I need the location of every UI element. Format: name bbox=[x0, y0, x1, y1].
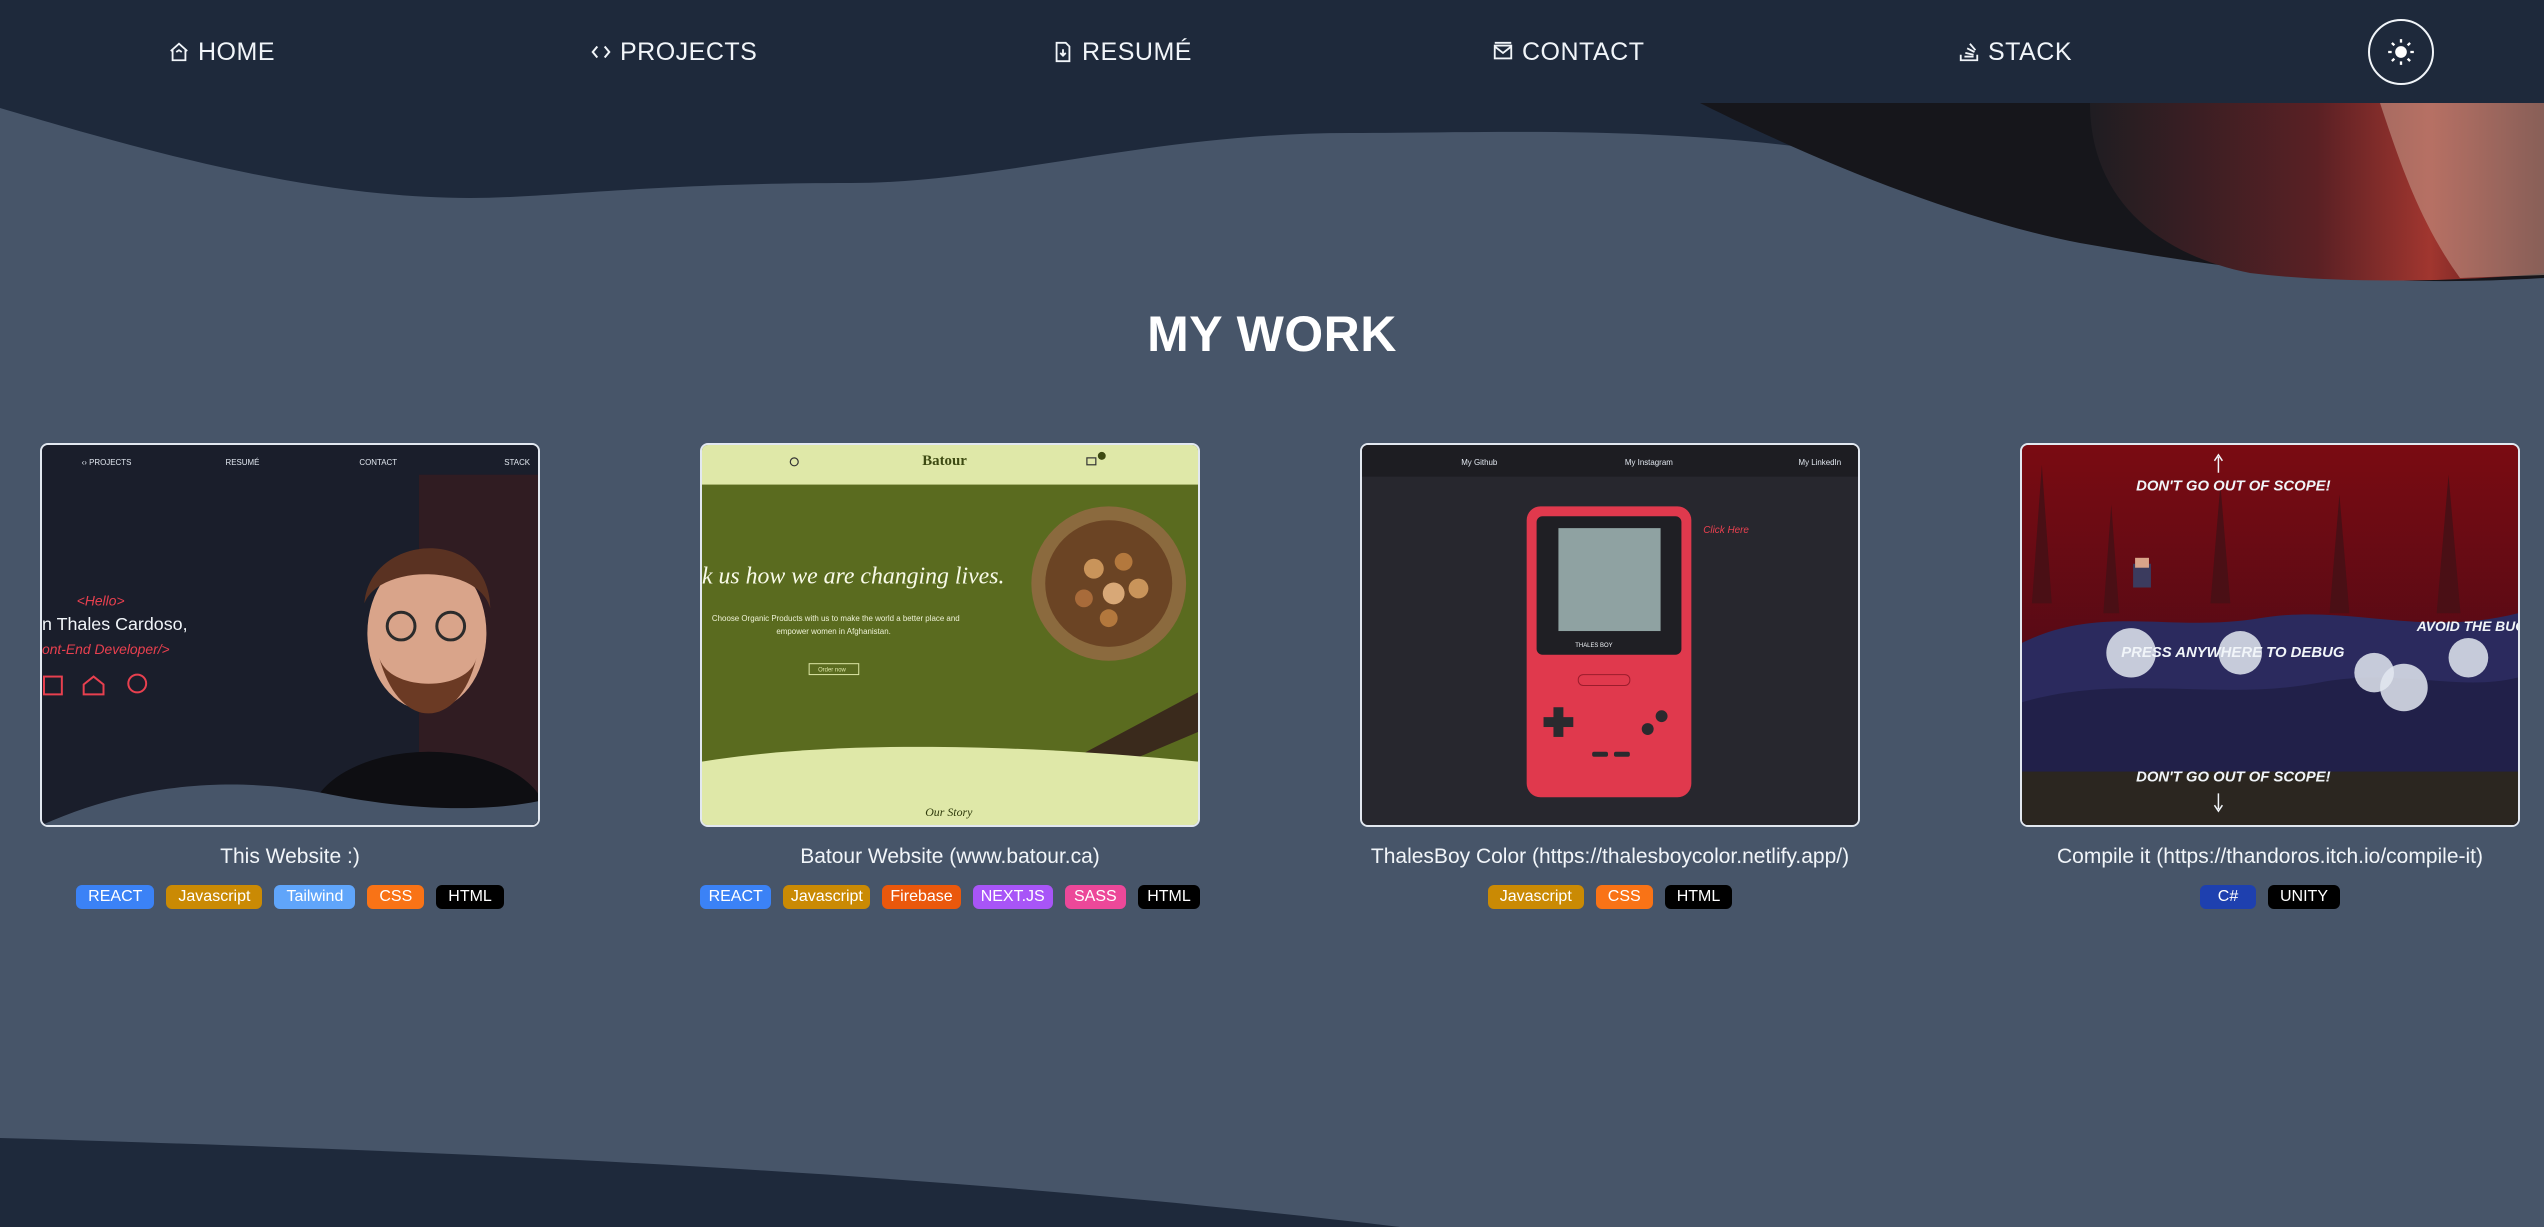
preview-nav-projects: ‹› PROJECTS bbox=[82, 458, 132, 467]
preview-nav-contact: CONTACT bbox=[359, 458, 397, 467]
nav-resume[interactable]: RESUMÉ bbox=[1052, 30, 1192, 74]
batour-preview-image: Batour k us how we are changing lives. C… bbox=[702, 445, 1198, 825]
project-card: My Github My Instagram My LinkedIn THALE… bbox=[1360, 443, 1860, 909]
preview-nav-resume: RESUMÉ bbox=[226, 458, 260, 467]
tag-badge: Javascript bbox=[1487, 885, 1584, 909]
tag-badge: Javascript bbox=[166, 885, 263, 909]
project-card: DON'T GO OUT OF SCOPE! PRESS ANYWHERE TO… bbox=[2020, 443, 2520, 909]
portfolio-preview-image: ‹› PROJECTS RESUMÉ CONTACT STACK <Hello>… bbox=[42, 445, 538, 825]
tag-badge: Firebase bbox=[882, 885, 961, 909]
nav-stack[interactable]: STACK bbox=[1958, 30, 2072, 74]
tag-badge: HTML bbox=[1137, 885, 1201, 909]
document-download-icon bbox=[1055, 41, 1071, 63]
tag-badge: REACT bbox=[700, 885, 772, 909]
preview-debug: PRESS ANYWHERE TO DEBUG bbox=[2121, 645, 2345, 661]
tag-badge: NEXT.JS bbox=[972, 885, 1053, 909]
preview-link-github: My Github bbox=[1461, 458, 1498, 467]
preview-nav-stack: STACK bbox=[504, 458, 531, 467]
hero-wave bbox=[0, 103, 2544, 282]
tag-badge: Tailwind bbox=[274, 885, 356, 909]
nav-home-label: HOME bbox=[198, 37, 275, 66]
nav-contact[interactable]: CONTACT bbox=[1492, 30, 1644, 74]
tag-badge: Javascript bbox=[783, 885, 871, 909]
project-card: ‹› PROJECTS RESUMÉ CONTACT STACK <Hello>… bbox=[40, 443, 540, 909]
nav-stack-label: STACK bbox=[1988, 37, 2072, 66]
tag-badge: HTML bbox=[436, 885, 504, 909]
preview-hello: <Hello> bbox=[77, 592, 125, 608]
tag-list: C# UNITY bbox=[2020, 885, 2520, 909]
tag-list: REACT Javascript Firebase NEXT.JS SASS H… bbox=[700, 885, 1201, 909]
nav-home[interactable]: HOME bbox=[168, 30, 275, 74]
preview-name: n Thales Cardoso, bbox=[42, 614, 188, 634]
project-thumbnail[interactable]: Batour k us how we are changing lives. C… bbox=[700, 443, 1200, 827]
home-icon bbox=[170, 42, 188, 62]
preview-sub1: Choose Organic Products with us to make … bbox=[712, 614, 960, 623]
thalesboy-preview-image: My Github My Instagram My LinkedIn THALE… bbox=[1362, 445, 1858, 825]
tag-list: Javascript CSS HTML bbox=[1360, 885, 1860, 909]
project-card: Batour k us how we are changing lives. C… bbox=[700, 443, 1201, 909]
theme-toggle-button[interactable] bbox=[2368, 19, 2434, 85]
project-title: Compile it (https://thandoros.itch.io/co… bbox=[2057, 845, 2483, 868]
preview-logo: Batour bbox=[922, 453, 967, 469]
nav-projects-label: PROJECTS bbox=[620, 37, 758, 66]
tag-badge: HTML bbox=[1664, 885, 1733, 909]
nav-resume-label: RESUMÉ bbox=[1082, 37, 1192, 66]
preview-scope-top: DON'T GO OUT OF SCOPE! bbox=[2136, 479, 2331, 495]
project-title: This Website :) bbox=[220, 845, 360, 868]
preview-story: Our Story bbox=[925, 805, 973, 819]
nav-contact-label: CONTACT bbox=[1522, 37, 1645, 66]
tag-badge: REACT bbox=[76, 885, 155, 909]
preview-link-linkedin: My LinkedIn bbox=[1798, 458, 1841, 467]
tag-badge: C# bbox=[2200, 885, 2256, 909]
preview-brand: THALES BOY bbox=[1575, 643, 1612, 649]
stack-icon bbox=[1959, 43, 1979, 62]
preview-order-button: Order now bbox=[818, 668, 846, 674]
nav-projects[interactable]: PROJECTS bbox=[590, 30, 757, 74]
project-thumbnail[interactable]: DON'T GO OUT OF SCOPE! PRESS ANYWHERE TO… bbox=[2020, 443, 2520, 827]
preview-scope-bottom: DON'T GO OUT OF SCOPE! bbox=[2136, 769, 2331, 785]
preview-link-instagram: My Instagram bbox=[1625, 458, 1673, 467]
compile-it-preview-image: DON'T GO OUT OF SCOPE! PRESS ANYWHERE TO… bbox=[2022, 445, 2518, 825]
tag-badge: UNITY bbox=[2268, 885, 2340, 909]
mail-icon bbox=[1493, 41, 1513, 60]
preview-avoid: AVOID THE BUG bbox=[2416, 618, 2518, 634]
preview-headline: k us how we are changing lives. bbox=[702, 564, 1004, 590]
sun-icon bbox=[2388, 39, 2414, 65]
tag-list: REACT Javascript Tailwind CSS HTML bbox=[40, 885, 540, 909]
project-thumbnail[interactable]: ‹› PROJECTS RESUMÉ CONTACT STACK <Hello>… bbox=[40, 443, 540, 827]
preview-sub2: empower women in Afghanistan. bbox=[776, 627, 890, 636]
project-title: ThalesBoy Color (https://thalesboycolor.… bbox=[1370, 845, 1850, 868]
preview-role: ont-End Developer/> bbox=[42, 641, 170, 657]
project-thumbnail[interactable]: My Github My Instagram My LinkedIn THALE… bbox=[1360, 443, 1860, 827]
code-icon bbox=[591, 45, 611, 59]
tag-badge: SASS bbox=[1064, 885, 1126, 909]
section-title: MY WORK bbox=[1147, 306, 1397, 362]
navbar: HOME PROJECTS RESUMÉ CONTACT STACK bbox=[0, 0, 2544, 103]
tag-badge: CSS bbox=[1595, 885, 1653, 909]
preview-click-here: Click Here bbox=[1703, 525, 1749, 536]
project-title: Batour Website (www.batour.ca) bbox=[800, 845, 1100, 868]
footer-wave bbox=[0, 1138, 1400, 1227]
tag-badge: CSS bbox=[367, 885, 425, 909]
